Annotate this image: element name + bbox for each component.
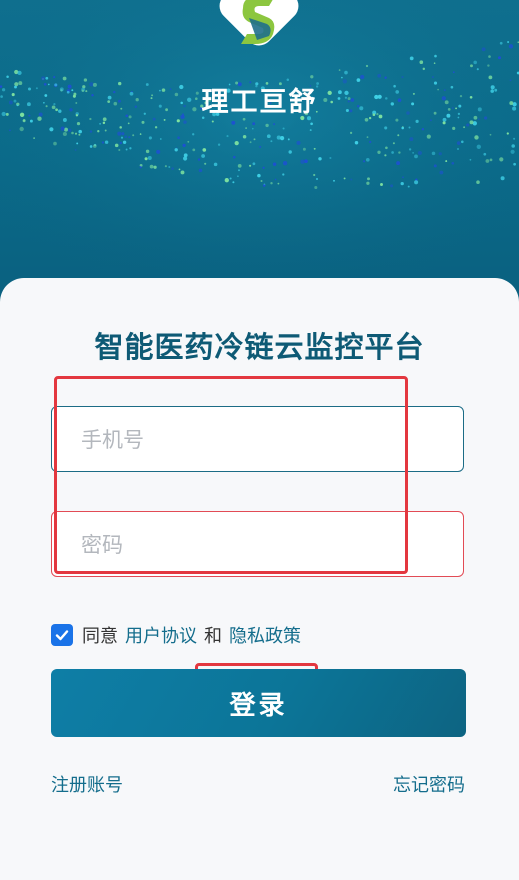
password-input[interactable]: 密码 xyxy=(51,511,464,577)
phone-input[interactable]: 手机号 xyxy=(51,406,464,472)
login-button-label: 登录 xyxy=(229,690,288,721)
forgot-password-link[interactable]: 忘记密码 xyxy=(393,771,465,797)
register-link[interactable]: 注册账号 xyxy=(51,771,123,797)
check-icon xyxy=(55,630,69,641)
brand-name: 理工亘舒 xyxy=(201,87,318,118)
s-logo-icon xyxy=(219,0,299,46)
login-button[interactable]: 登录 xyxy=(51,669,466,737)
agreement-row: 同意 用户协议 和 隐私政策 xyxy=(51,622,308,648)
phone-placeholder: 手机号 xyxy=(81,428,144,452)
agreement-checkbox[interactable] xyxy=(51,624,73,646)
page-title: 智能医药冷链云监控平台 xyxy=(94,330,425,364)
agreement-prefix: 同意 xyxy=(82,626,118,647)
password-placeholder: 密码 xyxy=(81,533,123,557)
header-banner: 理工亘舒 xyxy=(0,0,519,320)
user-agreement-link[interactable]: 用户协议 xyxy=(125,622,197,648)
privacy-policy-link[interactable]: 隐私政策 xyxy=(229,622,301,648)
agreement-and: 和 xyxy=(204,626,222,647)
